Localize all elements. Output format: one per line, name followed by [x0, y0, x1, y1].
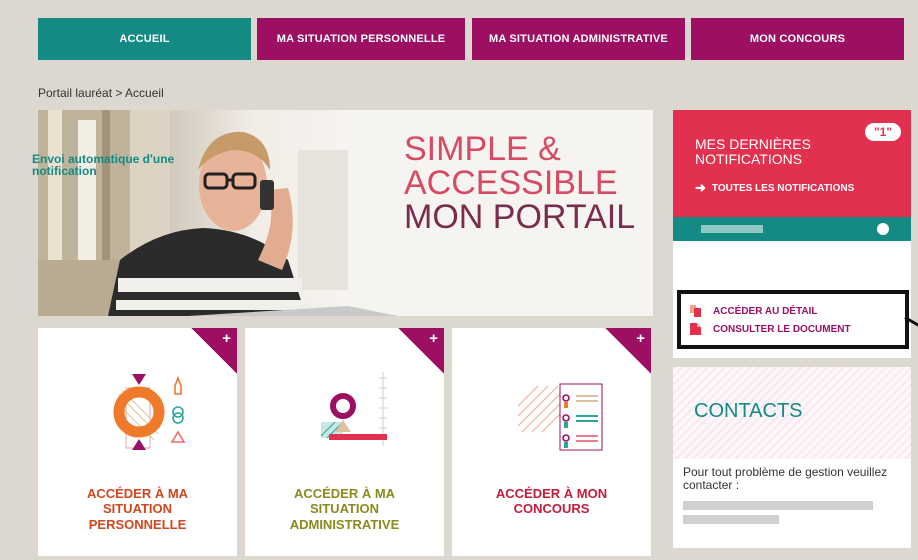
tile-label: ACCÉDER À MON CONCOURS	[495, 486, 608, 517]
contact-email-redacted	[683, 501, 873, 510]
notifications-header: MES DERNIÈRES NOTIFICATIONS "1" ➜ TOUTES…	[673, 110, 911, 217]
all-notifications-label: TOUTES LES NOTIFICATIONS	[711, 182, 855, 194]
hero-line-1: SIMPLE &	[404, 130, 561, 168]
all-notifications-link[interactable]: ➜ TOUTES LES NOTIFICATIONS	[695, 180, 854, 196]
administrative-situation-icon	[320, 372, 387, 446]
contacts-panel: CONTACTS Pour tout problème de gestion v…	[673, 367, 911, 548]
contacts-header: CONTACTS	[673, 367, 911, 459]
nav-situation-administrative[interactable]: MA SITUATION ADMINISTRATIVE	[472, 18, 685, 60]
unread-dot-icon	[877, 223, 889, 235]
tile-situation-administrative[interactable]: + ACCÉDER À MA SITUATION ADMINISTRATIVE	[245, 328, 444, 556]
notification-sender-redacted	[701, 225, 763, 233]
hero-line-3: MON PORTAIL	[404, 198, 636, 236]
tile-situation-personnelle[interactable]: + ACCÉDER À MA SITUATION PERSONNELLE	[38, 328, 237, 556]
tile-label: ACCÉDER À MA SITUATION PERSONNELLE	[86, 486, 189, 532]
personal-situation-icon	[113, 374, 186, 450]
contest-icon	[517, 383, 603, 451]
hero-slogan: SIMPLE & ACCESSIBLE MON PORTAIL	[404, 132, 635, 234]
contacts-title: CONTACTS	[694, 400, 803, 422]
main-nav: ACCUEIL MA SITUATION PERSONNELLE MA SITU…	[38, 18, 904, 60]
contact-email-redacted-2	[683, 515, 779, 524]
notifications-title: MES DERNIÈRES NOTIFICATIONS	[695, 136, 811, 167]
nav-accueil[interactable]: ACCUEIL	[38, 18, 251, 60]
nav-situation-personnelle[interactable]: MA SITUATION PERSONNELLE	[257, 18, 465, 60]
breadcrumb: Portail lauréat > Accueil	[38, 86, 164, 100]
notification-message: Envoi automatique d'une notification	[32, 152, 175, 178]
hero-line-2: ACCESSIBLE	[404, 164, 618, 202]
arrow-right-icon: ➜	[695, 180, 706, 195]
highlight-box	[677, 290, 909, 349]
nav-mon-concours[interactable]: MON CONCOURS	[691, 18, 904, 60]
hero-banner: SIMPLE & ACCESSIBLE MON PORTAIL	[38, 110, 653, 316]
tile-label: ACCÉDER À MA SITUATION ADMINISTRATIVE	[289, 486, 400, 532]
notification-item-header[interactable]	[673, 217, 911, 241]
notification-count-badge: "1"	[865, 123, 901, 141]
contacts-text: Pour tout problème de gestion veuillez c…	[683, 465, 888, 492]
tile-mon-concours[interactable]: + ACCÉDER À MON CONCOURS	[452, 328, 651, 556]
